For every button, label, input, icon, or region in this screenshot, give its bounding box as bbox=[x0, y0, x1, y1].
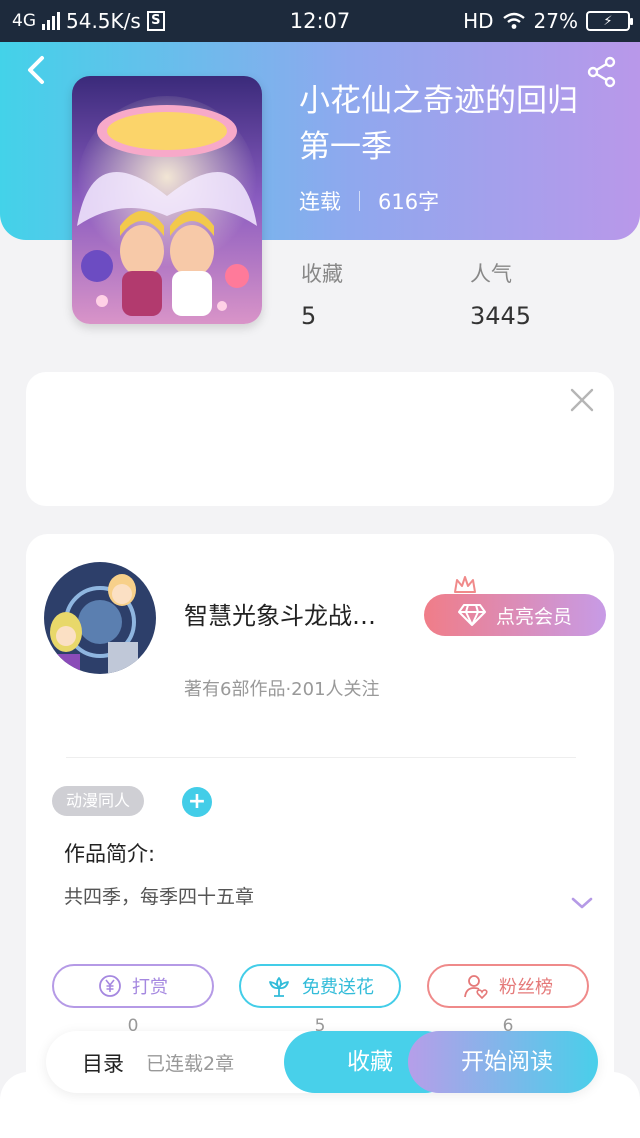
author-info: 著有6部作品·201人关注 bbox=[184, 679, 380, 700]
genre-tag[interactable]: 动漫同人 bbox=[52, 786, 145, 816]
reward-label: 打赏 bbox=[132, 977, 168, 998]
book-title: 小花仙之奇迹的回归第一季 bbox=[299, 83, 578, 165]
fan-ranking-label: 粉丝榜 bbox=[499, 977, 553, 998]
back-chevron-icon[interactable] bbox=[20, 52, 56, 88]
wifi-icon bbox=[502, 12, 525, 29]
chapter-count[interactable]: 已连载2章 bbox=[146, 1049, 234, 1076]
battery-icon: ⚡ bbox=[586, 11, 633, 31]
ad-card bbox=[26, 372, 614, 506]
intro-text: 共四季，每季四十五章 bbox=[64, 886, 255, 908]
book-meta: 连载 616字 bbox=[299, 186, 439, 216]
avatar-illustration bbox=[44, 562, 156, 674]
author-card: 智慧光象斗龙战… 点亮会员 著有6部作品·201人关注 动漫同人 + 作品简介:… bbox=[26, 534, 614, 1094]
favorites-value: 5 bbox=[301, 302, 317, 330]
author-name[interactable]: 智慧光象斗龙战… bbox=[184, 596, 414, 631]
meta-divider bbox=[359, 191, 360, 211]
yen-coin-icon bbox=[99, 975, 121, 997]
battery-percent: 27% bbox=[533, 9, 578, 33]
vip-label: 点亮会员 bbox=[495, 605, 572, 628]
close-icon[interactable] bbox=[568, 386, 596, 414]
popularity-label: 人气 bbox=[470, 262, 512, 286]
bottom-action-bar: 目录 已连载2章 收藏 开始阅读 bbox=[46, 1031, 598, 1093]
send-flower-label: 免费送花 bbox=[302, 977, 374, 998]
popularity-stat: 人气 3445 bbox=[470, 258, 531, 330]
user-heart-icon bbox=[464, 975, 488, 999]
send-flower-button[interactable]: 免费送花 bbox=[239, 964, 401, 1008]
flower-icon bbox=[269, 977, 289, 997]
divider bbox=[66, 757, 576, 758]
favorites-stat: 收藏 5 bbox=[301, 258, 343, 330]
favorites-label: 收藏 bbox=[301, 262, 343, 286]
book-word-count: 616字 bbox=[378, 190, 440, 214]
popularity-value: 3445 bbox=[470, 302, 532, 330]
status-bar: 4G 54.5K/s S 12:07 HD 27% ⚡ bbox=[0, 0, 640, 42]
diamond-icon bbox=[457, 604, 486, 626]
cover-illustration bbox=[72, 76, 262, 324]
intro-title: 作品简介: bbox=[64, 842, 156, 866]
book-cover-image[interactable] bbox=[72, 76, 262, 324]
start-reading-button[interactable]: 开始阅读 bbox=[408, 1031, 598, 1093]
hd-indicator: HD bbox=[463, 9, 494, 33]
fan-ranking-button[interactable]: 粉丝榜 bbox=[427, 964, 589, 1008]
toc-button[interactable]: 目录 bbox=[82, 1048, 124, 1078]
crown-icon bbox=[454, 576, 476, 593]
add-tag-button[interactable]: + bbox=[182, 787, 212, 817]
book-status: 连载 bbox=[299, 190, 341, 214]
avatar[interactable] bbox=[44, 562, 156, 674]
vip-button[interactable]: 点亮会员 bbox=[424, 594, 606, 636]
chevron-down-icon[interactable] bbox=[570, 894, 594, 912]
reward-button[interactable]: 打赏 bbox=[52, 964, 214, 1008]
status-right: HD 27% ⚡ bbox=[463, 9, 633, 33]
